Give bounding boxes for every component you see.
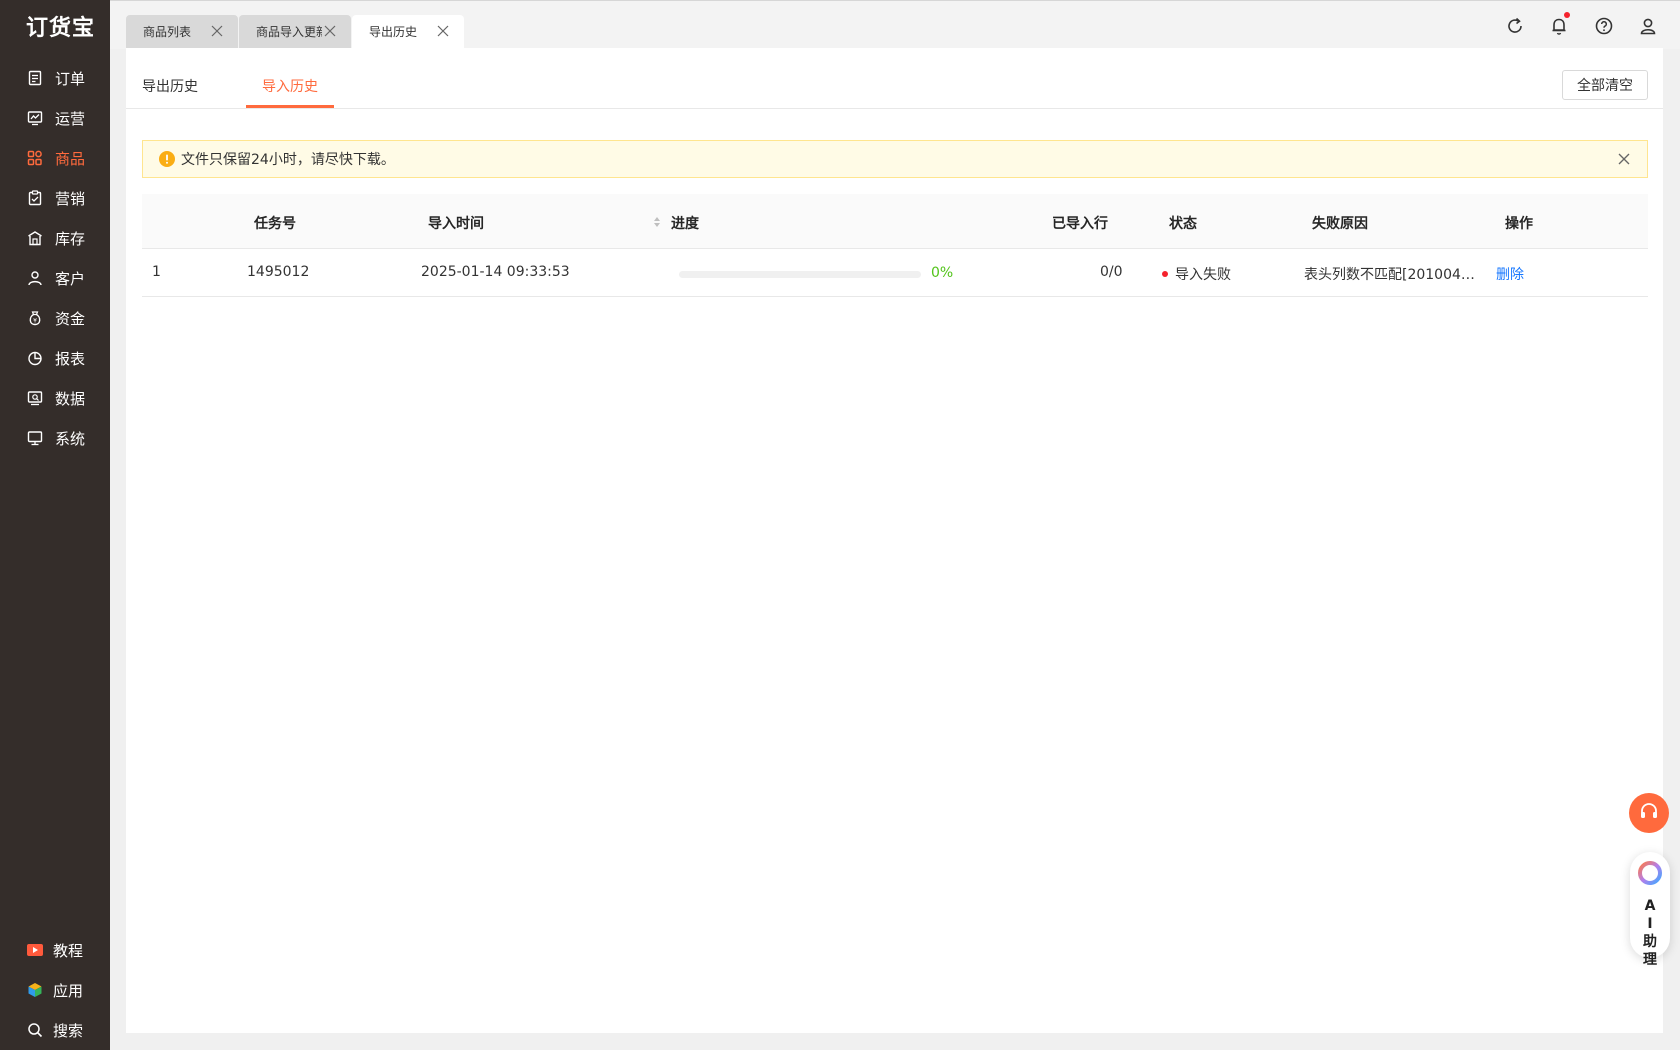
sidebar-item-marketing[interactable]: 营销 bbox=[0, 178, 110, 218]
sidebar-item-orders[interactable]: 订单 bbox=[0, 58, 110, 98]
column-header-fail-reason: 失败原因 bbox=[1312, 216, 1368, 232]
app-logo: 订货宝 bbox=[26, 16, 96, 41]
import-time: 2025-01-14 09:33:53 bbox=[421, 264, 570, 280]
sidebar-item-label: 运营 bbox=[55, 109, 86, 128]
fail-reason: 表头列数不匹配[2010040... bbox=[1304, 267, 1480, 283]
column-header-status: 状态 bbox=[1169, 216, 1197, 232]
data-icon bbox=[25, 388, 45, 408]
column-header-progress: 进度 bbox=[671, 216, 699, 232]
sidebar-item-customers[interactable]: 客户 bbox=[0, 258, 110, 298]
money-bag-icon: ¥ bbox=[25, 308, 45, 328]
order-icon bbox=[25, 68, 45, 88]
sidebar-item-label: 库存 bbox=[55, 229, 86, 248]
sidebar-item-label: 搜索 bbox=[53, 1021, 84, 1040]
headset-icon bbox=[1638, 800, 1660, 827]
customer-icon bbox=[25, 268, 45, 288]
ai-logo-icon bbox=[1637, 860, 1663, 891]
notification-badge bbox=[1564, 12, 1570, 18]
sidebar-item-data[interactable]: 数据 bbox=[0, 378, 110, 418]
sidebar-item-funds[interactable]: ¥ 资金 bbox=[0, 298, 110, 338]
status-dot bbox=[1162, 271, 1168, 277]
sidebar-item-operations[interactable]: 运营 bbox=[0, 98, 110, 138]
search-icon bbox=[25, 1020, 45, 1040]
sidebar: 订货宝 订单 运营 商品 营销 库存 客户 ¥ 资金 报表 数据 系统 教程 应… bbox=[0, 0, 110, 1050]
sidebar-item-label: 系统 bbox=[55, 429, 86, 448]
ai-assistant-label: AI助理 bbox=[1643, 898, 1657, 968]
active-tab-indicator bbox=[246, 105, 334, 108]
tab-product-import-update[interactable]: 商品导入更新 bbox=[239, 15, 351, 48]
top-bar: 商品列表 商品导入更新 导出历史 bbox=[110, 0, 1680, 49]
video-icon bbox=[25, 940, 45, 960]
task-number: 1495012 bbox=[247, 264, 310, 280]
user-icon[interactable] bbox=[1637, 15, 1659, 37]
column-header-task-no: 任务号 bbox=[254, 216, 296, 232]
content-panel: 导出历史 导入历史 全部清空 文件只保留24小时，请尽快下载。 任务号 导入时间… bbox=[126, 48, 1663, 1033]
column-header-imported-rows: 已导入行 bbox=[1052, 216, 1108, 232]
alert-message: 文件只保留24小时，请尽快下载。 bbox=[181, 152, 395, 168]
sidebar-item-label: 教程 bbox=[53, 941, 84, 960]
sidebar-item-label: 订单 bbox=[55, 69, 86, 88]
sidebar-item-products[interactable]: 商品 bbox=[0, 138, 110, 178]
pie-chart-icon bbox=[25, 348, 45, 368]
sidebar-item-reports[interactable]: 报表 bbox=[0, 338, 110, 378]
marketing-icon bbox=[25, 188, 45, 208]
sidebar-item-label: 报表 bbox=[55, 349, 86, 368]
sidebar-item-label: 数据 bbox=[55, 389, 86, 408]
warning-icon bbox=[159, 151, 175, 167]
product-icon bbox=[25, 148, 45, 168]
imported-rows: 0/0 bbox=[1100, 264, 1123, 280]
warning-alert: 文件只保留24小时，请尽快下载。 bbox=[142, 140, 1648, 178]
sidebar-item-search[interactable]: 搜索 bbox=[0, 1010, 110, 1050]
clear-all-button[interactable]: 全部清空 bbox=[1562, 70, 1648, 100]
svg-text:¥: ¥ bbox=[33, 318, 37, 325]
monitor-icon bbox=[25, 428, 45, 448]
warehouse-icon bbox=[25, 228, 45, 248]
sidebar-item-inventory[interactable]: 库存 bbox=[0, 218, 110, 258]
sidebar-item-label: 商品 bbox=[55, 149, 86, 168]
customer-service-button[interactable] bbox=[1629, 793, 1669, 833]
table-row: 1 1495012 2025-01-14 09:33:53 0% 0/0 导入失… bbox=[142, 249, 1648, 297]
sidebar-item-label: 资金 bbox=[55, 309, 86, 328]
close-icon[interactable] bbox=[323, 24, 337, 38]
progress-bar bbox=[679, 271, 921, 278]
delete-link[interactable]: 删除 bbox=[1496, 264, 1524, 284]
cube-icon bbox=[25, 980, 45, 1000]
table-header: 任务号 导入时间 进度 已导入行 状态 失败原因 操作 bbox=[142, 194, 1648, 249]
progress-percent: 0% bbox=[931, 265, 954, 281]
subtab-bar: 导出历史 导入历史 全部清空 bbox=[126, 48, 1663, 109]
sort-icon[interactable] bbox=[652, 214, 662, 230]
sidebar-item-label: 客户 bbox=[55, 269, 86, 288]
subtab-export-history[interactable]: 导出历史 bbox=[142, 76, 198, 96]
refresh-icon[interactable] bbox=[1504, 15, 1526, 37]
close-icon[interactable] bbox=[436, 24, 450, 38]
column-header-import-time[interactable]: 导入时间 bbox=[428, 213, 484, 233]
row-index: 1 bbox=[152, 264, 161, 280]
sidebar-item-tutorial[interactable]: 教程 bbox=[0, 930, 110, 970]
tab-export-history[interactable]: 导出历史 bbox=[352, 15, 464, 48]
sidebar-item-apps[interactable]: 应用 bbox=[0, 970, 110, 1010]
sidebar-item-system[interactable]: 系统 bbox=[0, 418, 110, 458]
subtab-import-history[interactable]: 导入历史 bbox=[262, 76, 318, 96]
operation-icon bbox=[25, 108, 45, 128]
ai-assistant-button[interactable]: AI助理 bbox=[1630, 852, 1670, 968]
sidebar-item-label: 应用 bbox=[53, 981, 84, 1000]
close-icon[interactable] bbox=[210, 24, 224, 38]
tab-label: 商品导入更新 bbox=[256, 25, 322, 39]
tab-product-list[interactable]: 商品列表 bbox=[126, 15, 238, 48]
bell-icon[interactable] bbox=[1548, 15, 1570, 37]
close-icon[interactable] bbox=[1617, 152, 1631, 166]
help-icon[interactable] bbox=[1593, 15, 1615, 37]
sidebar-item-label: 营销 bbox=[55, 189, 86, 208]
column-header-action: 操作 bbox=[1505, 216, 1533, 232]
tab-label: 商品列表 bbox=[143, 25, 192, 39]
status-text: 导入失败 bbox=[1175, 267, 1231, 283]
tab-label: 导出历史 bbox=[369, 25, 418, 39]
